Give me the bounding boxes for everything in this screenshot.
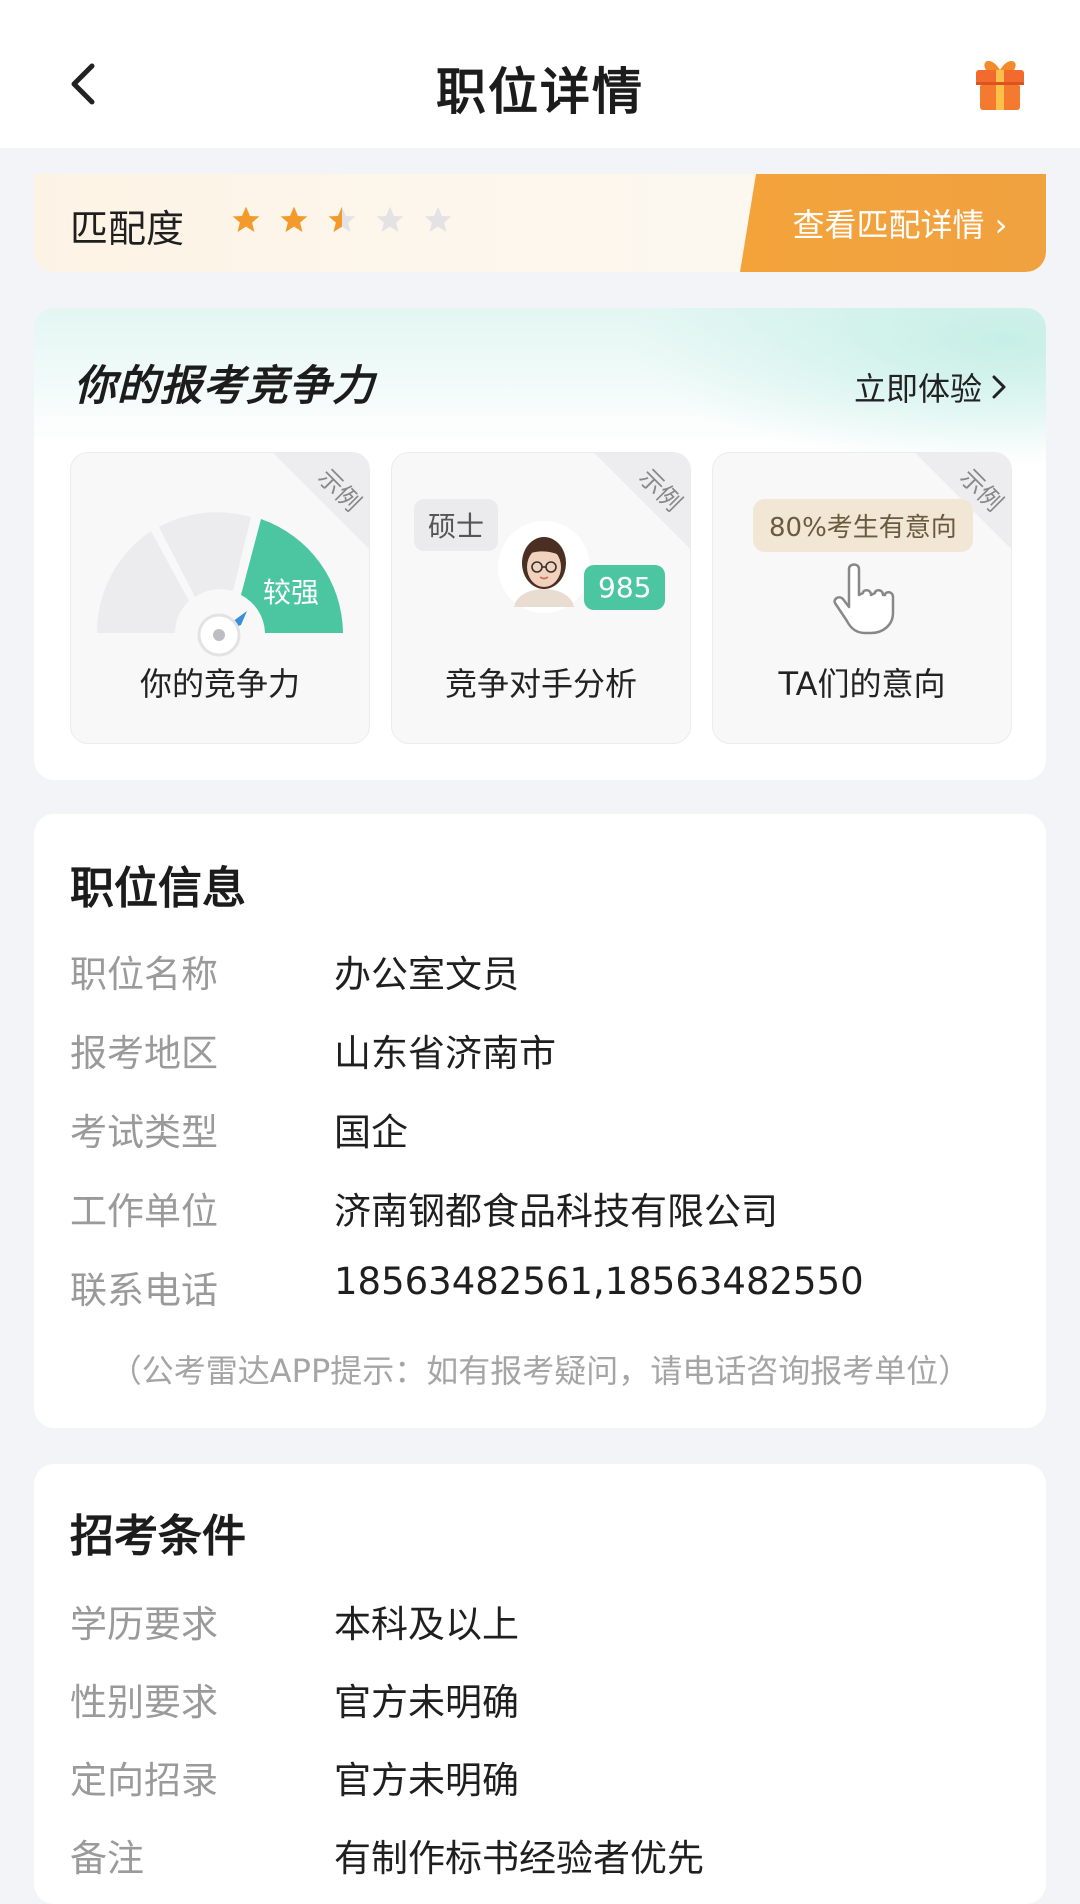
their-intention-label: TA们的意向	[778, 665, 946, 703]
info-key: 职位名称	[70, 953, 218, 996]
info-value: 官方未明确	[334, 1681, 519, 1724]
match-label: 匹配度	[70, 207, 185, 251]
position-info-title: 职位信息	[70, 863, 246, 914]
info-key: 报考地区	[70, 1032, 218, 1075]
phone-value[interactable]: 18563482561,18563482550	[334, 1260, 864, 1303]
info-key: 工作单位	[70, 1190, 218, 1233]
their-intention-card[interactable]: 示例 80%考生有意向 TA们的意向	[712, 452, 1012, 744]
info-value: 本科及以上	[334, 1603, 519, 1646]
info-key: 定向招录	[70, 1759, 218, 1802]
intention-tag: 80%考生有意向	[753, 499, 973, 552]
school-tag: 985	[584, 565, 666, 610]
info-value: 山东省济南市	[334, 1032, 556, 1075]
your-competitiveness-label: 你的竞争力	[139, 665, 300, 703]
competitiveness-title: 你的报考竞争力	[74, 361, 376, 410]
star-empty-icon	[376, 206, 404, 232]
competitiveness-card: 你的报考竞争力 立即体验 示例 较强 你的竞争力 示例 硕士 985 竞争对手分…	[34, 308, 1046, 780]
degree-tag: 硕士	[414, 499, 499, 551]
info-key: 联系电话	[70, 1269, 218, 1312]
star-filled-icon	[280, 206, 308, 232]
try-now-link[interactable]: 立即体验	[854, 364, 1008, 410]
gauge-icon	[96, 512, 343, 657]
try-now-label: 立即体验	[853, 370, 982, 408]
pointer-hand-icon	[833, 563, 895, 635]
match-degree-bar: 匹配度 查看匹配详情 ›	[34, 174, 1046, 272]
info-value: 有制作标书经验者优先	[334, 1837, 704, 1880]
competitor-analysis-card[interactable]: 示例 硕士 985 竞争对手分析	[391, 452, 691, 744]
info-value: 官方未明确	[334, 1759, 519, 1802]
info-value: 国企	[334, 1111, 408, 1154]
competitiveness-level: 较强	[263, 576, 320, 609]
avatar	[498, 521, 590, 613]
position-info-section: 职位信息 职位名称 办公室文员 报考地区 山东省济南市 考试类型 国企 工作单位…	[34, 814, 1046, 1428]
star-empty-icon	[424, 206, 452, 232]
requirements-title: 招考条件	[70, 1511, 246, 1562]
match-rating-stars	[230, 204, 454, 236]
info-key: 考试类型	[70, 1111, 218, 1154]
info-key: 性别要求	[70, 1681, 218, 1724]
gift-icon	[976, 60, 1024, 110]
view-match-detail-button[interactable]: 查看匹配详情 ›	[740, 174, 1046, 272]
info-value: 济南钢都食品科技有限公司	[334, 1190, 778, 1233]
gift-button[interactable]	[968, 52, 1032, 116]
info-key: 备注	[70, 1837, 144, 1880]
competitor-analysis-label: 竞争对手分析	[444, 665, 637, 703]
your-competitiveness-card[interactable]: 示例 较强 你的竞争力	[70, 452, 370, 744]
star-half-icon	[328, 206, 356, 232]
page-title: 职位详情	[436, 63, 644, 121]
star-filled-icon	[232, 206, 260, 232]
chevron-right-icon	[992, 375, 1006, 399]
requirements-section: 招考条件 学历要求 本科及以上 性别要求 官方未明确 定向招录 官方未明确 备注…	[34, 1464, 1046, 1904]
info-value: 办公室文员	[334, 953, 519, 996]
top-nav-bar: 职位详情	[0, 0, 1080, 148]
info-key: 学历要求	[70, 1603, 218, 1646]
contact-tip: （公考雷达APP提示：如有报考疑问，请电话咨询报考单位）	[109, 1352, 971, 1390]
